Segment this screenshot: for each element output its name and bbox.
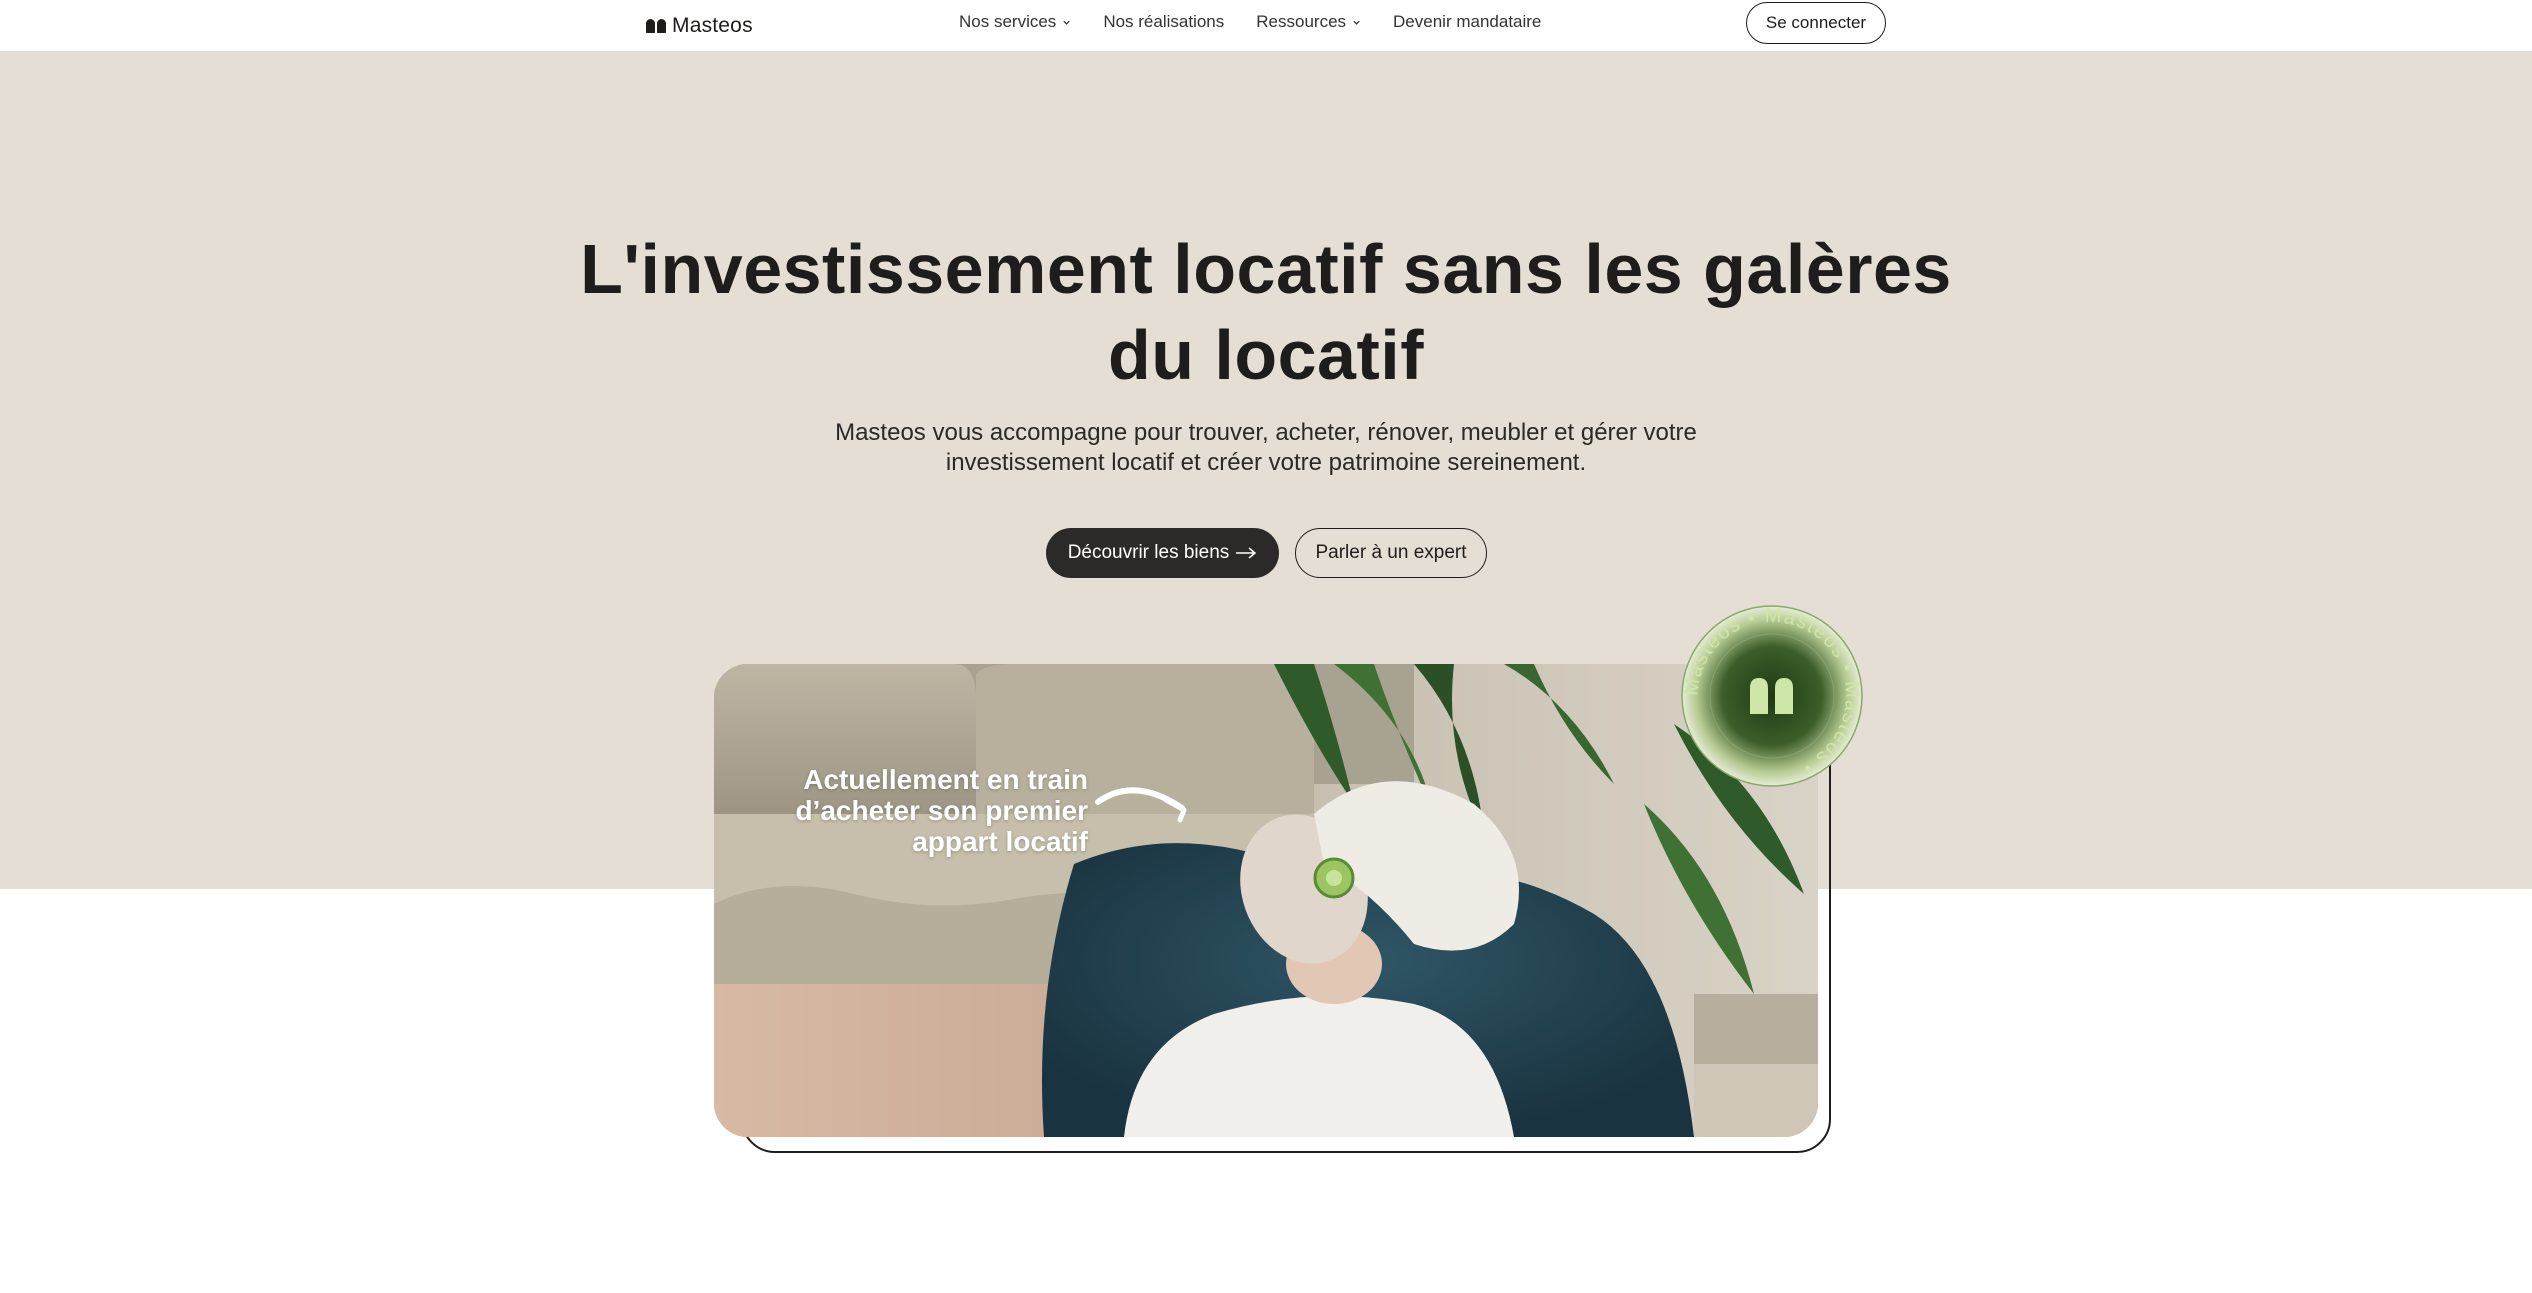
curved-arrow-icon xyxy=(1095,787,1187,823)
arrow-right-icon xyxy=(1236,547,1257,559)
woman-relaxing-face-mask-icon xyxy=(714,664,1818,1137)
nav-item-label: Nos réalisations xyxy=(1103,12,1225,31)
photo-caption: Actuellement en train d’acheter son prem… xyxy=(758,764,1088,857)
masteos-badge: Masteos • Masteos • Masteos • xyxy=(1681,605,1863,787)
hero-title-line-1: L'investissement locatif sans les galère… xyxy=(580,230,1952,308)
hero-subtitle-line-1: Masteos vous accompagne pour trouver, ac… xyxy=(835,419,1697,446)
chevron-down-icon xyxy=(1063,20,1070,25)
chevron-down-icon xyxy=(1353,20,1360,25)
brand-logo[interactable]: Masteos xyxy=(646,12,753,40)
discover-properties-button[interactable]: Découvrir les biens xyxy=(1046,528,1279,578)
top-navigation: Masteos Nos services Nos réalisations Re… xyxy=(0,0,2532,52)
nav-item-label: Devenir mandataire xyxy=(1393,12,1542,31)
hero-subtitle: Masteos vous accompagne pour trouver, ac… xyxy=(766,418,1766,478)
hero-title-line-2: du locatif xyxy=(1107,316,1425,394)
hero-cta-group: Découvrir les biens Parler à un expert xyxy=(1046,528,1487,578)
caption-line-3: appart locatif xyxy=(912,826,1088,857)
hero-title: L'investissement locatif sans les galère… xyxy=(566,226,1966,398)
nav-item-label: Ressources xyxy=(1256,12,1347,31)
nav-item-ressources[interactable]: Ressources xyxy=(1256,12,1361,32)
login-button[interactable]: Se connecter xyxy=(1746,2,1886,44)
nav-item-devenir-mandataire[interactable]: Devenir mandataire xyxy=(1393,12,1541,32)
caption-line-1: Actuellement en train xyxy=(803,764,1088,795)
masteos-logo-icon xyxy=(646,19,666,33)
discover-properties-label: Découvrir les biens xyxy=(1067,542,1230,563)
nav-item-nos-realisations[interactable]: Nos réalisations xyxy=(1103,12,1224,32)
hero-photo xyxy=(714,664,1818,1137)
brand-name: Masteos xyxy=(672,14,753,37)
nav-item-label: Nos services xyxy=(959,12,1057,31)
caption-line-2: d’acheter son premier xyxy=(795,795,1088,826)
talk-to-expert-button[interactable]: Parler à un expert xyxy=(1295,528,1487,578)
hero-subtitle-line-2: investissement locatif et créer votre pa… xyxy=(945,449,1587,476)
nav-item-nos-services[interactable]: Nos services xyxy=(959,12,1071,32)
nav-links: Nos services Nos réalisations Ressources… xyxy=(959,0,1573,44)
